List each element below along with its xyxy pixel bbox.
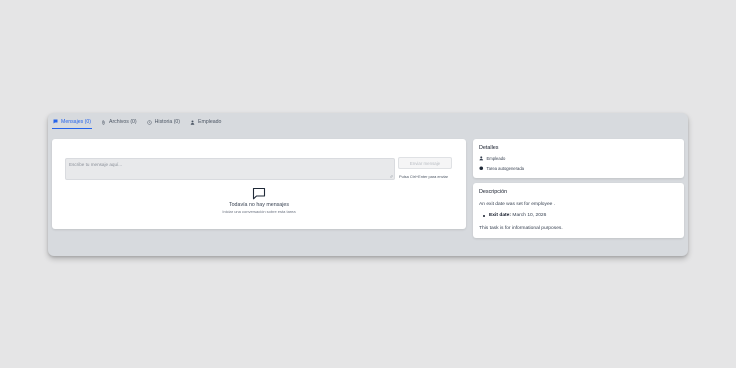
description-line-1: An exit date was set for employee . <box>479 202 556 207</box>
person-icon <box>190 120 195 125</box>
tab-history-label: Historia (0) <box>154 119 181 125</box>
tab-bar: Mensajes (0) Archivos (0) Historia (0) E… <box>52 117 222 129</box>
description-card: Descripción An exit date was set for emp… <box>473 183 684 238</box>
message-input[interactable]: Escribe tu mensaje aquí... <box>65 158 395 180</box>
exit-date-value: March 10, 2026 <box>512 213 547 218</box>
send-hint: Pulsa Ctrl+Enter para enviar <box>399 174 448 179</box>
empty-state-title: Todavía no hay mensajes <box>228 202 290 208</box>
send-message-label: Enviar mensaje <box>409 160 441 166</box>
chat-bubble-icon <box>252 187 266 200</box>
messages-card: Escribe tu mensaje aquí... Enviar mensaj… <box>52 139 466 229</box>
tab-messages[interactable]: Mensajes (0) <box>52 117 92 129</box>
tab-files[interactable]: Archivos (0) <box>100 117 138 127</box>
detail-assignee: Empleado <box>479 156 505 161</box>
tab-employee[interactable]: Empleado <box>189 117 222 127</box>
detail-status-label: Tarea autogenerada <box>486 166 525 171</box>
detail-status: Tarea autogenerada <box>479 166 524 171</box>
details-card: Detalles Empleado Tarea autogenerada <box>473 139 684 178</box>
tab-history[interactable]: Historia (0) <box>146 117 181 127</box>
resize-grip-icon[interactable] <box>389 174 393 178</box>
message-input-placeholder: Escribe tu mensaje aquí... <box>69 162 123 167</box>
empty-state-subtitle: Iniciar una conversación sobre esta tare… <box>222 209 296 214</box>
detail-assignee-label: Empleado <box>486 156 506 161</box>
person-icon <box>479 156 483 161</box>
paperclip-icon <box>101 119 106 125</box>
tab-messages-label: Mensajes (0) <box>61 118 91 125</box>
send-message-button[interactable]: Enviar mensaje <box>398 157 452 169</box>
chat-bubble-icon <box>53 119 58 124</box>
tab-files-label: Archivos (0) <box>108 119 137 125</box>
tab-employee-label: Empleado <box>198 119 222 125</box>
status-dot-icon <box>479 166 484 171</box>
exit-date-label: Exit date: <box>489 213 512 218</box>
clock-icon <box>147 119 152 125</box>
bullet-dot <box>483 214 485 217</box>
details-title: Detalles <box>479 145 499 151</box>
description-title: Descripción <box>479 189 508 195</box>
description-line-2: This task is for informational purposes. <box>479 226 563 231</box>
description-bullet: Exit date: March 10, 2026 <box>483 213 546 218</box>
